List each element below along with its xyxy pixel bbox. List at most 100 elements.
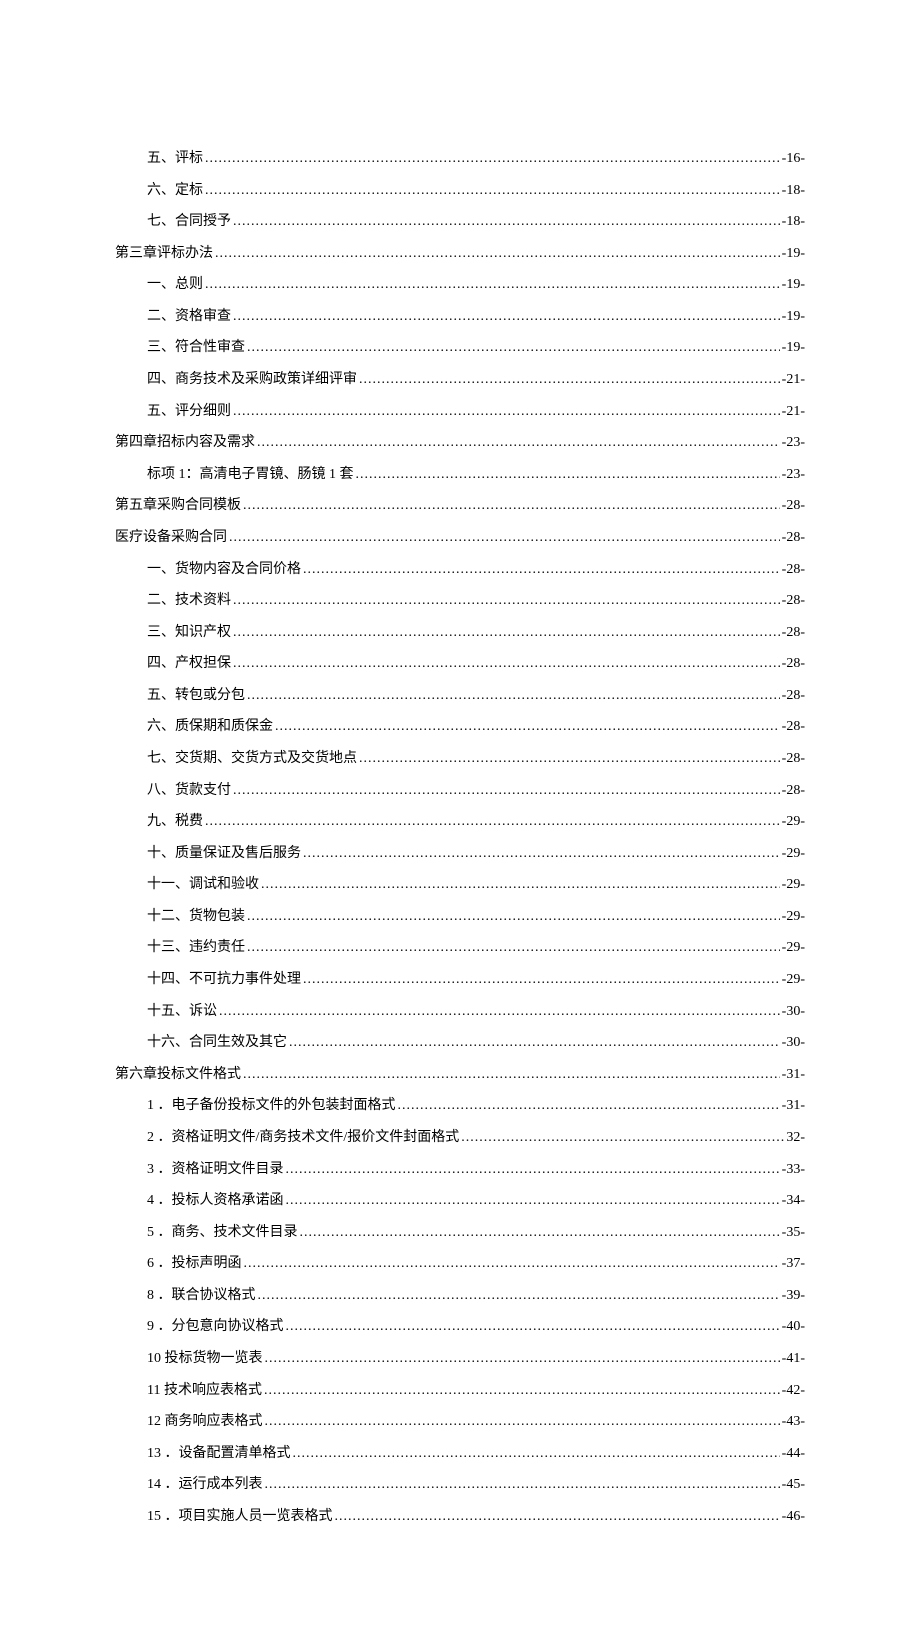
toc-entry-label: 医疗设备采购合同: [115, 527, 227, 549]
toc-entry[interactable]: 三、知识产权-28-: [115, 622, 805, 644]
toc-entry[interactable]: 标项 1：高清电子胃镜、肠镜 1 套-23-: [115, 464, 805, 486]
toc-entry[interactable]: 七、合同授予-18-: [115, 211, 805, 233]
toc-leader-dots: [261, 874, 780, 896]
toc-entry-page: -29-: [782, 874, 805, 896]
toc-entry[interactable]: 第五章采购合同模板 -28-: [115, 495, 805, 517]
toc-entry[interactable]: 13 ．设备配置清单格式-44-: [115, 1443, 805, 1465]
toc-entry-page: -41-: [782, 1348, 805, 1370]
toc-entry[interactable]: 第六章投标文件格式 -31-: [115, 1064, 805, 1086]
toc-entry[interactable]: 3 ．资格证明文件目录-33-: [115, 1159, 805, 1181]
toc-entry[interactable]: 9 ．分包意向协议格式-40-: [115, 1316, 805, 1338]
toc-entry-label: 第六章投标文件格式: [115, 1064, 241, 1086]
toc-entry[interactable]: 6 ．投标声明函-37-: [115, 1253, 805, 1275]
toc-entry[interactable]: 十一、调试和验收-29-: [115, 874, 805, 896]
toc-entry[interactable]: 14 ．运行成本列表-45-: [115, 1474, 805, 1496]
toc-leader-dots: [205, 274, 780, 296]
toc-entry[interactable]: 六、定标-18-: [115, 180, 805, 202]
toc-leader-dots: [286, 1316, 780, 1338]
toc-leader-dots: [300, 1222, 780, 1244]
toc-leader-dots: [229, 527, 780, 549]
toc-entry[interactable]: 七、交货期、交货方式及交货地点-28-: [115, 748, 805, 770]
toc-entry[interactable]: 五、评标 -16-: [115, 148, 805, 170]
toc-entry-label: 8 ．联合协议格式: [147, 1285, 256, 1307]
toc-entry[interactable]: 5 ．商务、技术文件目录-35-: [115, 1222, 805, 1244]
toc-entry-page: -28-: [782, 685, 805, 707]
toc-leader-dots: [265, 1348, 780, 1370]
toc-entry[interactable]: 10 投标货物一览表 -41-: [115, 1348, 805, 1370]
toc-entry[interactable]: 医疗设备采购合同-28-: [115, 527, 805, 549]
toc-leader-dots: [286, 1190, 780, 1212]
toc-leader-dots: [303, 969, 780, 991]
toc-entry-label: 12 商务响应表格式: [147, 1411, 263, 1433]
toc-entry-page: -21-: [782, 401, 805, 423]
toc-entry-page: -16-: [782, 148, 805, 170]
toc-entry[interactable]: 12 商务响应表格式 -43-: [115, 1411, 805, 1433]
toc-entry[interactable]: 十三、违约责任-29-: [115, 937, 805, 959]
toc-entry-page: -23-: [782, 464, 805, 486]
toc-entry[interactable]: 11 技术响应表格式-42-: [115, 1380, 805, 1402]
toc-entry[interactable]: 四、产权担保-28-: [115, 653, 805, 675]
toc-entry[interactable]: 五、评分细则-21-: [115, 401, 805, 423]
toc-entry-page: -28-: [782, 495, 805, 517]
toc-leader-dots: [289, 1032, 780, 1054]
toc-entry-page: -29-: [782, 843, 805, 865]
toc-entry-label: 十六、合同生效及其它: [147, 1032, 287, 1054]
toc-entry-page: -28-: [782, 748, 805, 770]
toc-entry[interactable]: 九、税费-29-: [115, 811, 805, 833]
toc-entry-label: 五、评标: [147, 148, 203, 170]
toc-entry[interactable]: 十四、不可抗力事件处理-29-: [115, 969, 805, 991]
toc-entry-label: 五、转包或分包: [147, 685, 245, 707]
toc-leader-dots: [286, 1159, 780, 1181]
toc-leader-dots: [356, 464, 780, 486]
toc-entry-page: -30-: [782, 1032, 805, 1054]
toc-entry[interactable]: 三、符合性审查-19-: [115, 337, 805, 359]
toc-leader-dots: [233, 622, 780, 644]
toc-entry[interactable]: 8 ．联合协议格式 -39-: [115, 1285, 805, 1307]
toc-entry-label: 14 ．运行成本列表: [147, 1474, 263, 1496]
toc-entry-label: 七、合同授予: [147, 211, 231, 233]
toc-entry[interactable]: 第四章招标内容及需求-23-: [115, 432, 805, 454]
toc-entry-label: 第五章采购合同模板: [115, 495, 241, 517]
toc-leader-dots: [258, 1285, 780, 1307]
toc-entry-page: -31-: [782, 1064, 805, 1086]
toc-entry[interactable]: 十六、合同生效及其它 -30-: [115, 1032, 805, 1054]
toc-entry-label: 5 ．商务、技术文件目录: [147, 1222, 298, 1244]
toc-entry-page: -28-: [782, 780, 805, 802]
toc-entry[interactable]: 四、商务技术及采购政策详细评审-21-: [115, 369, 805, 391]
toc-leader-dots: [461, 1127, 784, 1149]
toc-entry[interactable]: 第三章评标办法-19-: [115, 243, 805, 265]
toc-entry-label: 十、质量保证及售后服务: [147, 843, 301, 865]
toc-entry[interactable]: 1 ．电子备份投标文件的外包装封面格式-31-: [115, 1095, 805, 1117]
toc-entry-page: -39-: [782, 1285, 805, 1307]
toc-entry[interactable]: 二、技术资料 -28-: [115, 590, 805, 612]
toc-entry[interactable]: 五、转包或分包 -28-: [115, 685, 805, 707]
toc-entry-page: -28-: [782, 716, 805, 738]
toc-entry[interactable]: 十五、诉讼-30-: [115, 1001, 805, 1023]
toc-leader-dots: [215, 243, 780, 265]
toc-entry-label: 2 ．资格证明文件/商务技术文件/报价文件封面格式: [147, 1127, 459, 1149]
toc-entry[interactable]: 一、货物内容及合同价格-28-: [115, 559, 805, 581]
toc-entry-label: 4 ．投标人资格承诺函: [147, 1190, 284, 1212]
toc-entry-label: 四、商务技术及采购政策详细评审: [147, 369, 357, 391]
toc-leader-dots: [233, 590, 780, 612]
toc-entry[interactable]: 15 ．项目实施人员一览表格式-46-: [115, 1506, 805, 1528]
toc-entry-page: -23-: [782, 432, 805, 454]
toc-entry-label: 九、税费: [147, 811, 203, 833]
toc-entry[interactable]: 2 ．资格证明文件/商务技术文件/报价文件封面格式32-: [115, 1127, 805, 1149]
toc-leader-dots: [247, 685, 780, 707]
toc-entry[interactable]: 4 ．投标人资格承诺函 -34-: [115, 1190, 805, 1212]
toc-entry-label: 二、资格审查: [147, 306, 231, 328]
toc-entry[interactable]: 一、总则-19-: [115, 274, 805, 296]
toc-entry[interactable]: 十、质量保证及售后服务 -29-: [115, 843, 805, 865]
toc-entry[interactable]: 六、质保期和质保金-28-: [115, 716, 805, 738]
toc-entry[interactable]: 十二、货物包装-29-: [115, 906, 805, 928]
toc-entry[interactable]: 八、货款支付-28-: [115, 780, 805, 802]
toc-entry-label: 一、货物内容及合同价格: [147, 559, 301, 581]
toc-entry-page: -34-: [782, 1190, 805, 1212]
toc-entry-label: 二、技术资料: [147, 590, 231, 612]
toc-entry-page: -28-: [782, 590, 805, 612]
toc-entry-label: 10 投标货物一览表: [147, 1348, 263, 1370]
toc-entry-page: -43-: [782, 1411, 805, 1433]
toc-leader-dots: [233, 211, 780, 233]
toc-entry[interactable]: 二、资格审查-19-: [115, 306, 805, 328]
